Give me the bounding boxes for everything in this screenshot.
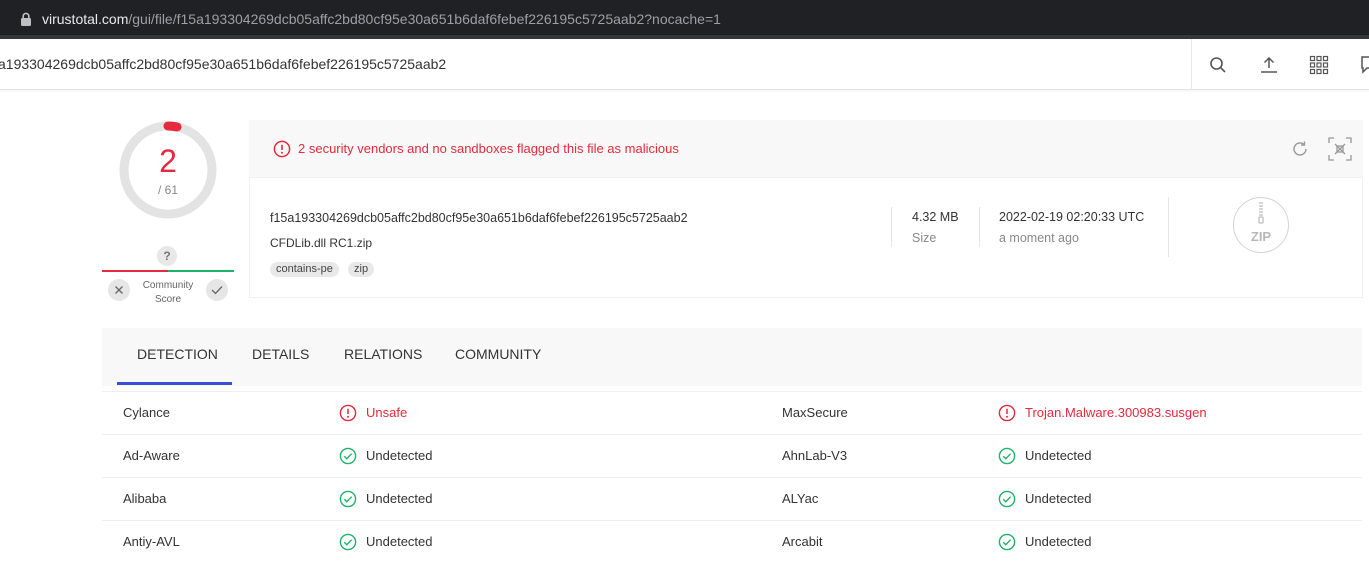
close-icon: [115, 286, 123, 294]
lock-icon[interactable]: [20, 12, 32, 31]
apps-button[interactable]: [1293, 39, 1344, 90]
vote-harmless-button[interactable]: [206, 279, 228, 301]
url-path: /gui/file/f15a193304269dcb05affc2bd80cf9…: [128, 11, 721, 27]
url-text[interactable]: virustotal.com/gui/file/f15a193304269dcb…: [42, 11, 721, 27]
tab-community[interactable]: COMMUNITY: [455, 346, 541, 362]
community-label-line2: Score: [154, 294, 182, 305]
community-score-bar: [102, 270, 234, 272]
vendor-name: Ad-Aware: [123, 448, 180, 463]
tag-contains-pe[interactable]: contains-pe: [270, 262, 339, 277]
tab-details[interactable]: DETAILS: [252, 346, 309, 362]
table-row: [102, 521, 1362, 563]
detection-result: Undetected: [1025, 534, 1092, 549]
community-score-value: ?: [157, 246, 177, 266]
divider: [891, 207, 892, 247]
vote-malicious-button[interactable]: [108, 279, 130, 301]
tab-relations[interactable]: RELATIONS: [344, 346, 422, 362]
similar-files-icon[interactable]: [1328, 137, 1352, 161]
browser-address-bar: virustotal.com/gui/file/f15a193304269dcb…: [0, 0, 1369, 39]
check-circle-icon: [339, 490, 357, 513]
check-circle-icon: [339, 447, 357, 470]
vendor-name: Alibaba: [123, 491, 167, 506]
analysis-date-value: 2022-02-19 02:20:33 UTC: [999, 210, 1145, 224]
divider: [1168, 197, 1169, 257]
vendor-name: Arcabit: [782, 534, 823, 549]
tag-zip[interactable]: zip: [348, 262, 375, 277]
upload-icon: [1260, 56, 1277, 73]
community-score-label: Community Score: [134, 279, 202, 307]
detection-result[interactable]: Trojan.Malware.300983.susgen: [1025, 405, 1207, 420]
detection-result: Undetected: [366, 448, 433, 463]
apps-grid-icon: [1309, 55, 1328, 74]
tab-detection[interactable]: DETECTION: [137, 346, 218, 362]
alert-circle-icon: [339, 404, 357, 427]
file-size-label: Size: [912, 231, 937, 245]
file-info-card: [249, 177, 1363, 298]
chat-icon: [1360, 55, 1369, 74]
check-circle-icon: [339, 533, 357, 556]
community-label-line1: Community: [142, 280, 194, 291]
search-header: [0, 39, 1369, 90]
detection-count: 2: [159, 143, 177, 179]
table-row: [102, 435, 1362, 478]
vendor-name: MaxSecure: [782, 405, 848, 420]
table-row: [102, 478, 1362, 521]
file-hash[interactable]: f15a193304269dcb05affc2bd80cf95e30a651b6…: [270, 211, 688, 225]
detection-result: Undetected: [1025, 491, 1092, 506]
search-icon: [1209, 56, 1226, 73]
upload-button[interactable]: [1243, 39, 1294, 90]
vendor-name: Antiy-AVL: [123, 534, 180, 549]
detection-result: Undetected: [366, 491, 433, 506]
verdict-message: 2 security vendors and no sandboxes flag…: [298, 141, 679, 156]
check-circle-icon: [998, 533, 1016, 556]
file-type-label: ZIP: [1250, 229, 1272, 244]
alert-circle-icon: [273, 140, 291, 158]
active-tab-indicator: [117, 382, 232, 385]
reanalyze-icon[interactable]: [1290, 139, 1310, 159]
zip-file-icon: [1233, 197, 1289, 253]
url-host: virustotal.com: [42, 11, 129, 27]
vendor-name: AhnLab-V3: [782, 448, 848, 463]
engine-total: / 61: [157, 183, 178, 197]
alert-circle-icon: [998, 404, 1016, 427]
detection-result: Undetected: [1025, 448, 1092, 463]
vendor-name: ALYac: [782, 491, 819, 506]
vendor-name: Cylance: [123, 405, 170, 420]
chat-button[interactable]: [1343, 39, 1369, 90]
check-circle-icon: [998, 447, 1016, 470]
divider: [979, 207, 980, 247]
search-button[interactable]: [1192, 39, 1243, 90]
detection-result[interactable]: Unsafe: [366, 405, 407, 420]
analysis-date-relative: a moment ago: [999, 231, 1079, 245]
search-input[interactable]: [0, 49, 1183, 79]
check-circle-icon: [998, 490, 1016, 513]
file-size-value: 4.32 MB: [912, 210, 959, 224]
detection-result: Undetected: [366, 534, 433, 549]
file-name: CFDLib.dll RC1.zip: [270, 236, 373, 250]
check-icon: [211, 286, 223, 295]
